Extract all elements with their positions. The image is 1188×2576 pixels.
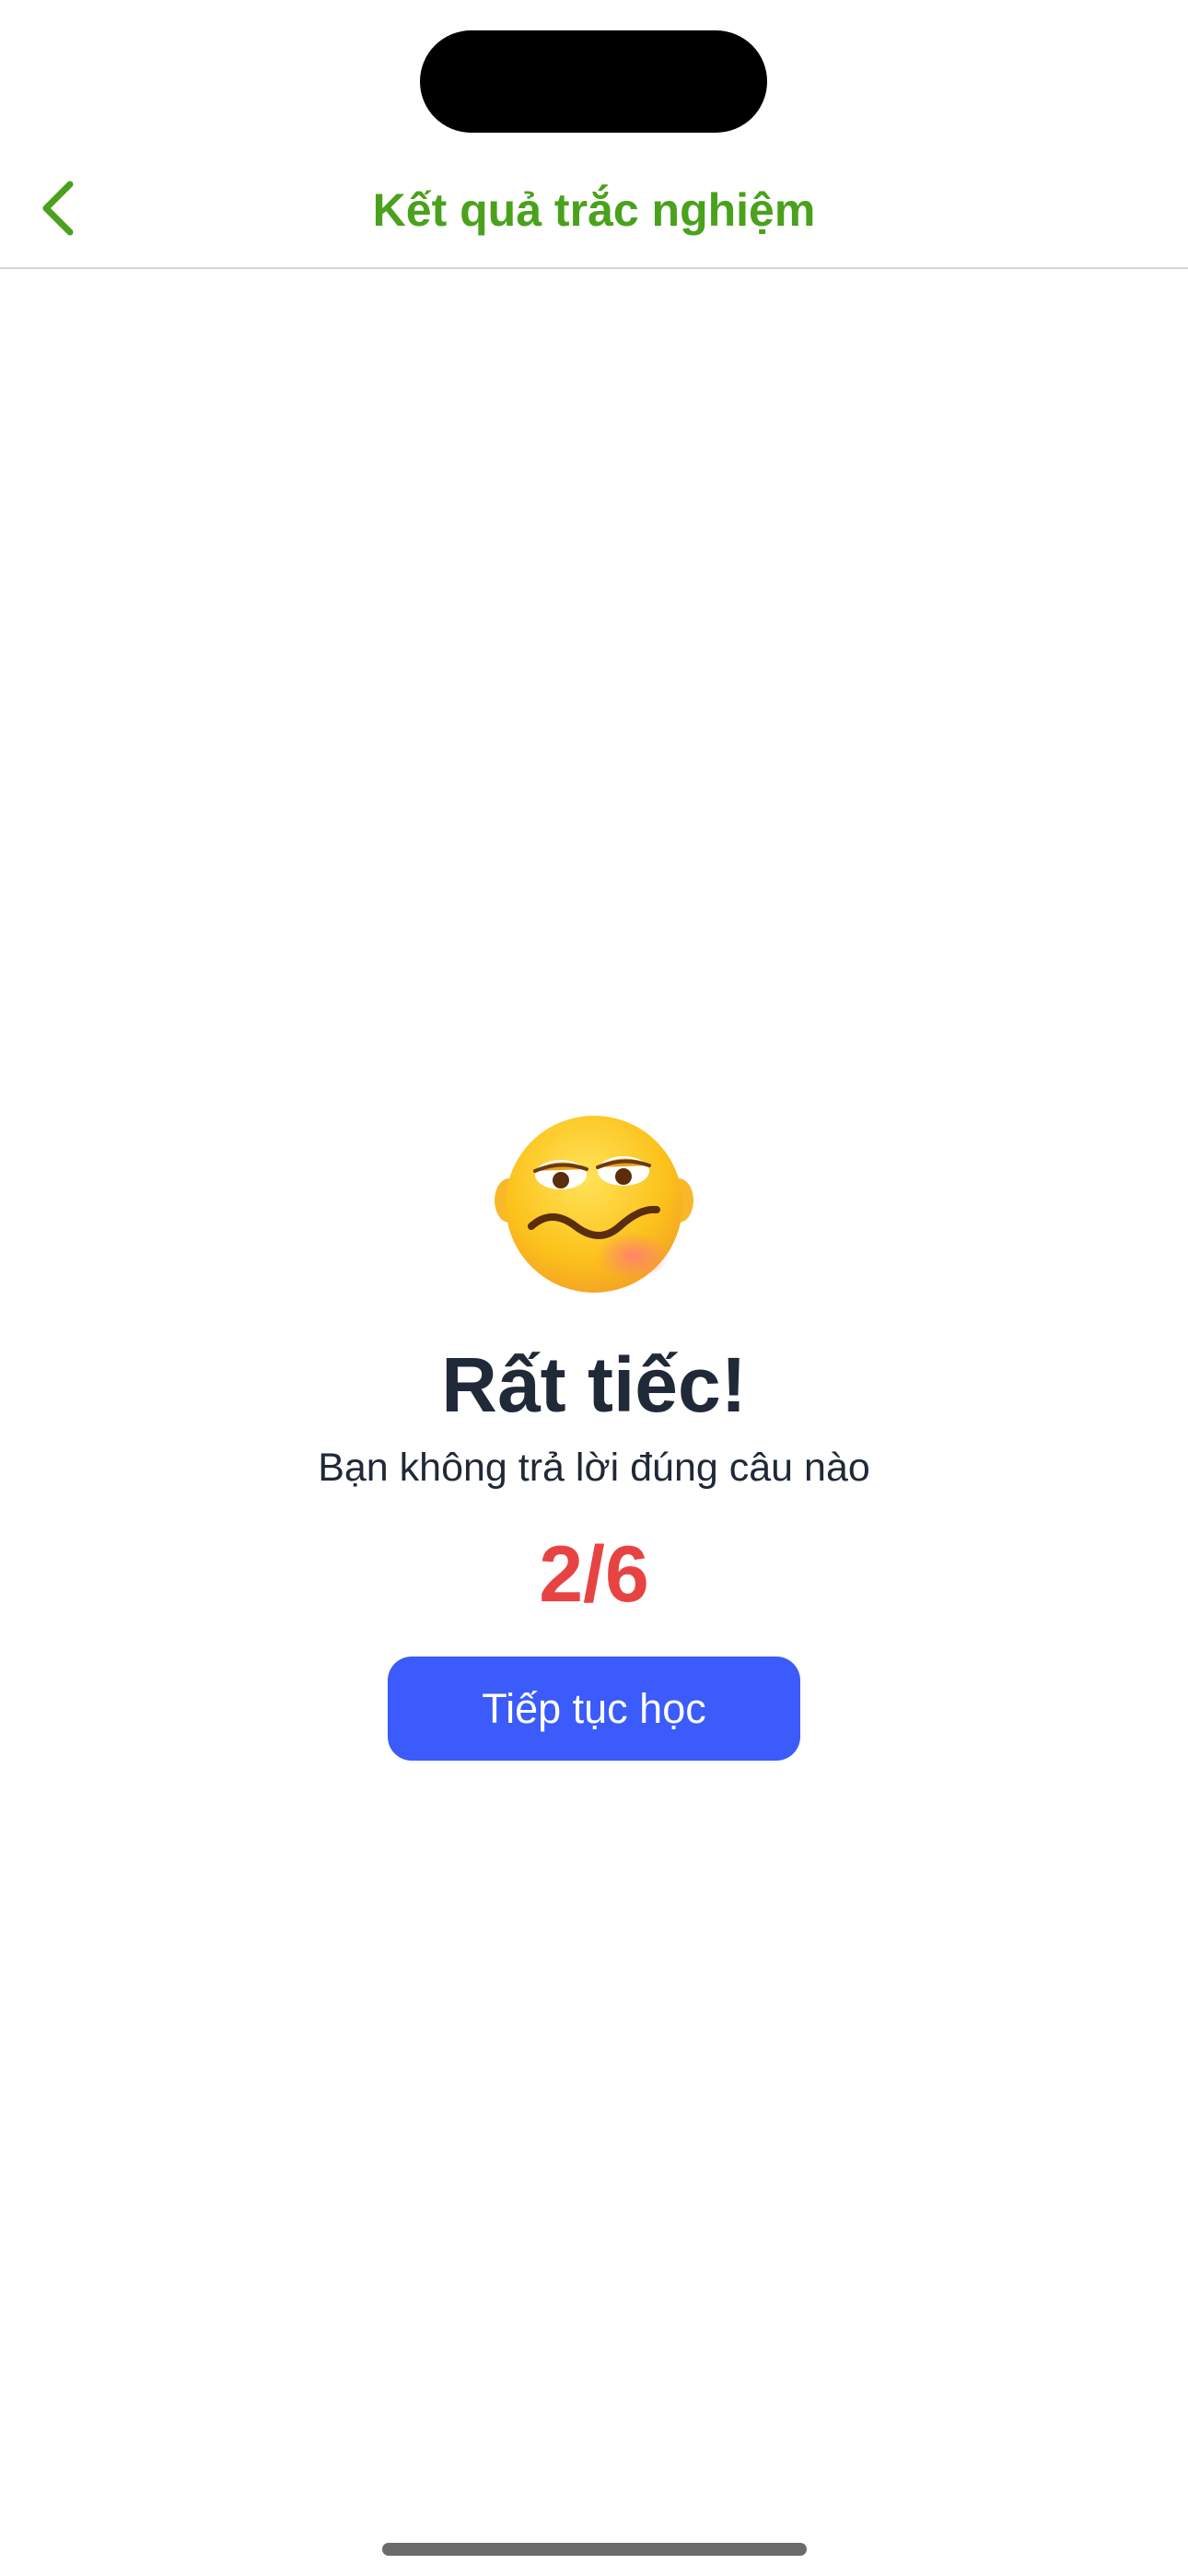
continue-learning-button[interactable]: Tiếp tục học — [388, 1657, 800, 1761]
home-indicator[interactable] — [382, 2543, 807, 2556]
result-title: Rất tiếc! — [441, 1341, 747, 1428]
woozy-face-emoji-icon — [485, 1092, 703, 1309]
page-title: Kết quả trắc nghiệm — [372, 184, 816, 236]
score-text: 2/6 — [539, 1530, 649, 1619]
navigation-bar: Kết quả trắc nghiệm — [0, 147, 1188, 269]
dynamic-island — [420, 30, 767, 133]
result-subtitle: Bạn không trả lời đúng câu nào — [318, 1446, 870, 1490]
